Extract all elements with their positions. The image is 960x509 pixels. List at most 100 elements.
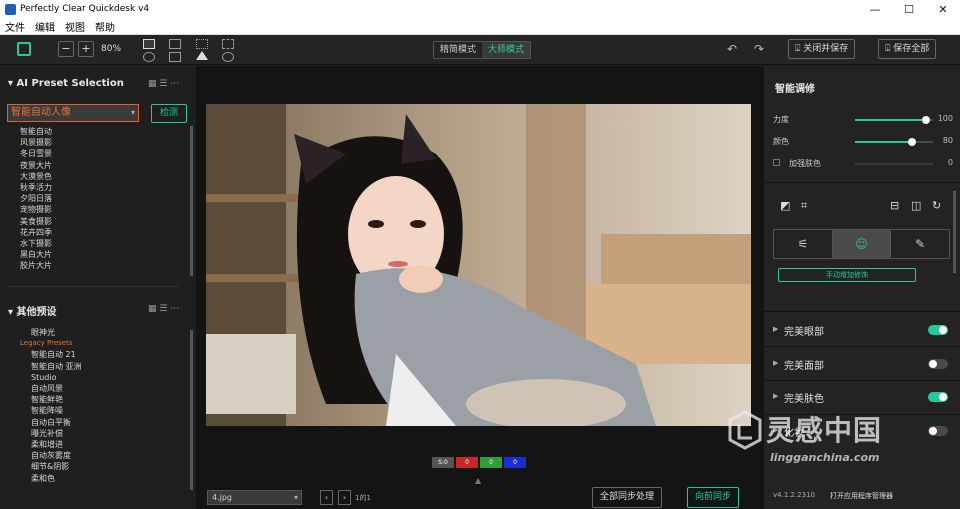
- menu-help[interactable]: 帮助: [95, 19, 115, 34]
- open-app-manager-link[interactable]: 打开应用程序管理器: [830, 491, 893, 501]
- select-area-icon[interactable]: [222, 39, 234, 49]
- other-preset-item[interactable]: 柔和色: [20, 473, 82, 484]
- chevron-down-icon: ▾: [293, 493, 298, 502]
- strength-knob[interactable]: [922, 116, 930, 124]
- prev-image-button[interactable]: ‹: [320, 490, 333, 505]
- other-preset-item[interactable]: 智能鲜艳: [20, 394, 82, 405]
- ai-preset-item[interactable]: 胶片大片: [20, 260, 52, 271]
- enhance-skin-row[interactable]: 加强肤色 0: [773, 158, 953, 170]
- maximize-button[interactable]: ☐: [892, 3, 926, 16]
- feature-skin-toggle[interactable]: [928, 392, 948, 402]
- panel-scrollbar[interactable]: [953, 191, 956, 273]
- other-preset-item[interactable]: 智能自动 21: [20, 349, 82, 360]
- feature-skin[interactable]: ▶ 完美肤色: [773, 389, 948, 405]
- fit-view-icon[interactable]: [169, 52, 181, 62]
- ai-preset-item[interactable]: 夕阳日落: [20, 193, 52, 204]
- other-preset-item[interactable]: 自动风景: [20, 383, 82, 394]
- menu-file[interactable]: 文件: [5, 19, 25, 34]
- other-preset-item[interactable]: 自动灰雾度: [20, 450, 82, 461]
- grid-view-icon[interactable]: [196, 39, 208, 49]
- color-slider[interactable]: 颜色 80: [773, 136, 953, 148]
- other-preset-item[interactable]: 眼神光: [20, 327, 82, 338]
- minimize-button[interactable]: —: [858, 3, 892, 16]
- ai-preset-item[interactable]: 黑白大片: [20, 249, 52, 260]
- flip-vertical-icon[interactable]: ⊟: [890, 199, 899, 212]
- tab-face-icon[interactable]: ☺: [832, 230, 892, 258]
- ai-preset-item[interactable]: 花卉四季: [20, 227, 52, 238]
- close-save-button[interactable]: ⍗ 关闭并保存: [788, 39, 856, 59]
- sync-forward-button[interactable]: 向前同步: [687, 487, 740, 508]
- ai-preset-header[interactable]: ▾ AI Preset Selection: [8, 78, 124, 89]
- view-toggle-icons[interactable]: ▦ ☰ ⋯: [148, 304, 179, 314]
- ai-preset-item[interactable]: 冬日雪景: [20, 148, 52, 159]
- feature-makeup-toggle[interactable]: [928, 426, 948, 436]
- flip-horizontal-icon[interactable]: ◫: [911, 199, 921, 212]
- zoom-in-button[interactable]: +: [78, 41, 94, 57]
- view-toggle-icons[interactable]: ▦ ☰ ⋯: [148, 79, 179, 89]
- compare-view-icon[interactable]: [143, 52, 155, 62]
- expand-icon[interactable]: ▶: [773, 392, 778, 400]
- feature-face-toggle[interactable]: [928, 359, 948, 369]
- enhance-skin-checkbox[interactable]: [773, 159, 780, 166]
- other-preset-item[interactable]: 智能自动 亚洲: [20, 361, 82, 372]
- color-readout-box: 0: [504, 457, 526, 468]
- color-track[interactable]: [855, 138, 933, 146]
- preset-dropdown[interactable]: 智能自动人像 ▾: [7, 104, 139, 122]
- histogram-icon[interactable]: ◩: [780, 199, 790, 212]
- expand-icon[interactable]: ▶: [773, 426, 778, 434]
- color-knob[interactable]: [908, 138, 916, 146]
- other-preset-item[interactable]: 智能降噪: [20, 405, 82, 416]
- undo-icon[interactable]: ↶: [727, 42, 737, 56]
- ai-preset-item[interactable]: 水下摄影: [20, 238, 52, 249]
- tab-adjust-sliders-icon[interactable]: ⚟: [774, 230, 833, 258]
- crop-icon[interactable]: ⌗: [801, 199, 807, 213]
- ai-list-scrollbar[interactable]: [190, 126, 193, 276]
- ai-preset-item[interactable]: 夜景大片: [20, 160, 52, 171]
- feature-eyes[interactable]: ▶ 完美眼部: [773, 322, 948, 338]
- split-view-icon[interactable]: [169, 39, 181, 49]
- ai-preset-item[interactable]: 美食摄影: [20, 216, 52, 227]
- save-all-button[interactable]: ⍗ 保存全部: [878, 39, 937, 59]
- tab-brush-icon[interactable]: ✎: [891, 230, 949, 258]
- filmstrip-toggle-icon[interactable]: ▲: [475, 476, 481, 485]
- single-view-icon[interactable]: [143, 39, 155, 49]
- zoom-out-button[interactable]: −: [58, 41, 74, 57]
- edited-photo[interactable]: [206, 104, 751, 426]
- close-button[interactable]: ✕: [926, 3, 960, 16]
- face-detect-icon[interactable]: [222, 52, 234, 62]
- feature-face[interactable]: ▶ 完美面部: [773, 356, 948, 372]
- clip-warning-icon[interactable]: [196, 51, 208, 60]
- menu-edit[interactable]: 编辑: [35, 19, 55, 34]
- mode-master[interactable]: 大师模式: [482, 42, 531, 58]
- strength-track[interactable]: [855, 116, 933, 124]
- other-preset-item[interactable]: Studio: [20, 372, 82, 383]
- other-preset-item[interactable]: 自动白平衡: [20, 417, 82, 428]
- ai-preset-item[interactable]: 秋季活力: [20, 182, 52, 193]
- strength-slider[interactable]: 力度 100: [773, 114, 953, 126]
- detect-button[interactable]: 检测: [151, 104, 187, 123]
- preset-group-header[interactable]: Legacy Presets: [20, 338, 82, 349]
- crop-logo-icon[interactable]: [17, 42, 31, 56]
- menu-view[interactable]: 视图: [65, 19, 85, 34]
- file-selector[interactable]: 4.jpg ▾: [207, 490, 302, 505]
- next-image-button[interactable]: ›: [338, 490, 351, 505]
- mode-simple[interactable]: 精简模式: [434, 42, 482, 58]
- other-list-scrollbar[interactable]: [190, 330, 193, 490]
- expand-icon[interactable]: ▶: [773, 325, 778, 333]
- ai-preset-item[interactable]: 大漠景色: [20, 171, 52, 182]
- rotate-icon[interactable]: ↻: [932, 199, 941, 212]
- ai-preset-item[interactable]: 宠物摄影: [20, 204, 52, 215]
- ai-preset-item[interactable]: 风景摄影: [20, 137, 52, 148]
- manual-retouch-button[interactable]: 手动增加修饰: [778, 268, 916, 282]
- ai-preset-item[interactable]: 智能自动: [20, 126, 52, 137]
- other-preset-item[interactable]: 曝光补偿: [20, 428, 82, 439]
- other-preset-item[interactable]: 细节&阴影: [20, 461, 82, 472]
- feature-eyes-toggle[interactable]: [928, 325, 948, 335]
- feature-makeup[interactable]: ▶ 化妆: [773, 423, 948, 439]
- sync-all-button[interactable]: 全部同步处理: [592, 487, 663, 508]
- expand-icon[interactable]: ▶: [773, 359, 778, 367]
- enhance-skin-track[interactable]: [855, 163, 933, 165]
- redo-icon[interactable]: ↷: [754, 42, 764, 56]
- other-preset-header[interactable]: ▾ 其他预设: [8, 303, 57, 318]
- other-preset-item[interactable]: 柔和增进: [20, 439, 82, 450]
